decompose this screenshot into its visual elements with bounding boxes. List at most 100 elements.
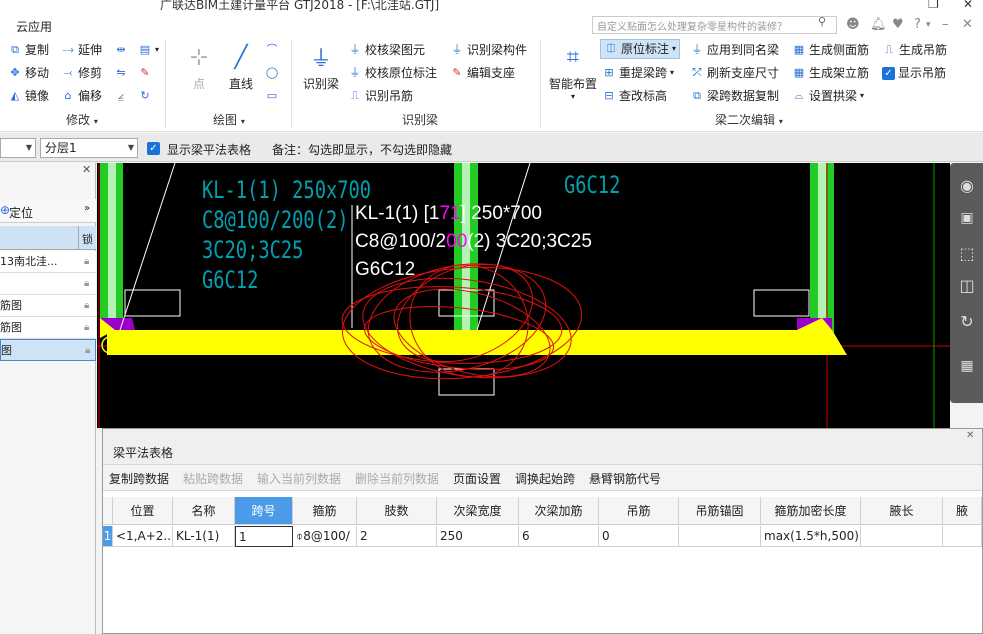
refresh-support-button[interactable]: ⤱ 刷新支座尺寸	[690, 63, 779, 83]
layer-dropdown[interactable]: 分层1 ▼	[40, 138, 138, 158]
drawing-canvas[interactable]: KL-1(1) 250x700 C8@100/200(2) 3C20;3C25 …	[97, 163, 950, 428]
show-table-checkbox[interactable]: ✓	[147, 142, 160, 155]
heart-icon[interactable]: ♥	[892, 17, 904, 32]
table-cell[interactable]	[679, 526, 761, 547]
break-button[interactable]: ⇋	[114, 63, 128, 83]
beam-copy-button[interactable]: ⧉ 梁跨数据复制	[690, 86, 779, 106]
column-header[interactable]: 箍筋	[293, 497, 357, 525]
table-cell[interactable]: 0	[599, 526, 679, 547]
align-button[interactable]: ⇹	[114, 40, 128, 60]
gen-hanging-button[interactable]: ⎍ 生成吊筋	[882, 40, 947, 60]
table-cell[interactable]	[943, 526, 982, 547]
gen-erect-rebar-button[interactable]: ▦ 生成架立筋	[792, 63, 869, 83]
cube-icon[interactable]: ⬚	[956, 243, 978, 265]
copy-button[interactable]: ⧉ 复制	[8, 40, 49, 60]
table-cell-active[interactable]: 1	[235, 526, 293, 547]
list-item[interactable]: 🔒︎	[0, 273, 96, 295]
list-item[interactable]: 13南北洼... 🔒︎	[0, 251, 96, 273]
minimize-ribbon-icon[interactable]: –	[942, 17, 949, 32]
beam-annotation[interactable]: KL-1(1) [171] 250*700 C8@100/200(2) 3C20…	[355, 200, 592, 284]
user-icon[interactable]: ☻	[846, 17, 860, 32]
box-icon[interactable]: ◫	[956, 275, 978, 297]
menu-cloud-app[interactable]: 云应用	[16, 18, 52, 35]
column-header[interactable]: 次梁宽度	[437, 497, 519, 525]
draw-line-button[interactable]: ╱ 直线	[224, 41, 258, 92]
restore-icon[interactable]: ❐	[928, 0, 939, 11]
check-elevation-button[interactable]: ⊟ 查改标高	[602, 86, 667, 106]
close-icon[interactable]: ✕	[963, 0, 973, 11]
locate-bar[interactable]: ⊕ 定位 »	[0, 199, 96, 223]
search-icon[interactable]: ⚲	[818, 15, 826, 28]
draw-point-button[interactable]: ⊹ 点	[182, 41, 216, 92]
refresh-view-icon[interactable]: ↻	[956, 311, 978, 333]
input-column-button[interactable]: 输入当前列数据	[257, 470, 341, 487]
identify-component-button[interactable]: ⏚ 识别梁构件	[450, 40, 528, 60]
smart-layout-button[interactable]: ⌗ 智能布置 ▾	[547, 41, 599, 102]
circle-button[interactable]: ◯	[265, 63, 279, 83]
close-doc-icon[interactable]: ✕	[962, 17, 973, 32]
table-cell[interactable]: max(1.5*h,500)	[761, 526, 861, 547]
table-cell[interactable]: 250	[437, 526, 519, 547]
original-annotation-button[interactable]: ⎅ 原位标注 ▾	[600, 39, 681, 59]
measure-button[interactable]: ⦤	[114, 86, 128, 106]
set-arch-button[interactable]: ⌓ 设置拱梁 ▾	[792, 86, 864, 106]
list-item-selected[interactable]: 图 🔒︎	[0, 339, 96, 361]
close-icon[interactable]: ✕	[966, 430, 974, 441]
column-header[interactable]: 次梁加筋	[519, 497, 599, 525]
lock-icon[interactable]: 🔒︎	[84, 317, 89, 338]
table-cell[interactable]: KL-1(1)	[173, 526, 235, 547]
page-setup-button[interactable]: 页面设置	[453, 470, 501, 487]
verify-beam-button[interactable]: ⏚ 校核梁图元	[348, 40, 426, 60]
identify-hanging-button[interactable]: ⎍ 识别吊筋	[348, 86, 413, 106]
column-header-selected[interactable]: 跨号	[235, 497, 293, 525]
lock-icon[interactable]: 🔒︎	[85, 340, 90, 361]
calculator-icon[interactable]: ▦	[956, 355, 978, 377]
extend-button[interactable]: ⤍ 延伸	[61, 40, 102, 60]
list-item[interactable]: 筋图 🔒︎	[0, 317, 96, 339]
arc-button[interactable]: ⌒	[265, 40, 279, 60]
row-number[interactable]: 1	[103, 526, 113, 547]
lock-icon[interactable]: 🔒︎	[84, 273, 89, 294]
copy-span-button[interactable]: 复制跨数据	[109, 470, 169, 487]
column-header[interactable]: 箍筋加密长度	[761, 497, 861, 525]
close-icon[interactable]: ✕	[82, 163, 91, 176]
3d-view-icon[interactable]: ▣	[956, 207, 978, 229]
show-hanging-checkbox[interactable]: ✓ 显示吊筋	[882, 63, 946, 83]
identify-beam-button[interactable]: ⏚ 识别梁	[300, 41, 342, 92]
globe-icon[interactable]: ◉	[956, 175, 978, 197]
mirror-button[interactable]: ◭ 镜像	[8, 86, 49, 106]
column-header[interactable]: 吊筋锚固	[679, 497, 761, 525]
apply-same-button[interactable]: ⏚ 应用到同名梁	[690, 40, 780, 60]
cantilever-code-button[interactable]: 悬臂钢筋代号	[589, 470, 661, 487]
column-header[interactable]: 腋长	[861, 497, 943, 525]
trim-button[interactable]: ⤙ 修剪	[61, 63, 102, 83]
delete-column-button[interactable]: 删除当前列数据	[355, 470, 439, 487]
dropdown-icon[interactable]: ▾	[926, 20, 931, 30]
layer-button[interactable]: ▤ ▾	[138, 40, 159, 60]
lock-icon[interactable]: 🔒︎	[84, 295, 89, 316]
verify-original-button[interactable]: ⏚ 校核原位标注	[348, 63, 438, 83]
list-item[interactable]: 筋图 🔒︎	[0, 295, 96, 317]
column-header[interactable]: 名称	[173, 497, 235, 525]
swap-start-button[interactable]: 调换起始跨	[515, 470, 575, 487]
expand-icon[interactable]: »	[84, 203, 90, 214]
column-header[interactable]: 位置	[113, 497, 173, 525]
brush-button[interactable]: ✎	[138, 63, 152, 83]
offset-button[interactable]: ⌂ 偏移	[61, 86, 103, 106]
help-search-input[interactable]: 自定义贴面怎么处理复杂零星构件的装修？	[592, 16, 837, 34]
column-header[interactable]: 吊筋	[599, 497, 679, 525]
column-header[interactable]: 肢数	[357, 497, 437, 525]
bell-icon[interactable]: 🔔︎	[870, 17, 887, 32]
floor-dropdown[interactable]: ▼	[0, 138, 36, 158]
rect-button[interactable]: ▭	[265, 86, 279, 106]
rotate-button[interactable]: ↻	[138, 86, 152, 106]
gen-side-rebar-button[interactable]: ▦ 生成侧面筋	[792, 40, 869, 60]
table-cell[interactable]: 6	[519, 526, 599, 547]
edit-support-button[interactable]: ✎ 编辑支座	[450, 63, 515, 83]
column-header[interactable]: 腋	[943, 497, 982, 525]
table-cell[interactable]: <1,A+2...	[113, 526, 173, 547]
table-cell[interactable]: ⌽8@100/	[293, 526, 357, 547]
table-cell[interactable]: 2	[357, 526, 437, 547]
paste-span-button[interactable]: 粘贴跨数据	[183, 470, 243, 487]
help-icon[interactable]: ?	[914, 17, 921, 32]
